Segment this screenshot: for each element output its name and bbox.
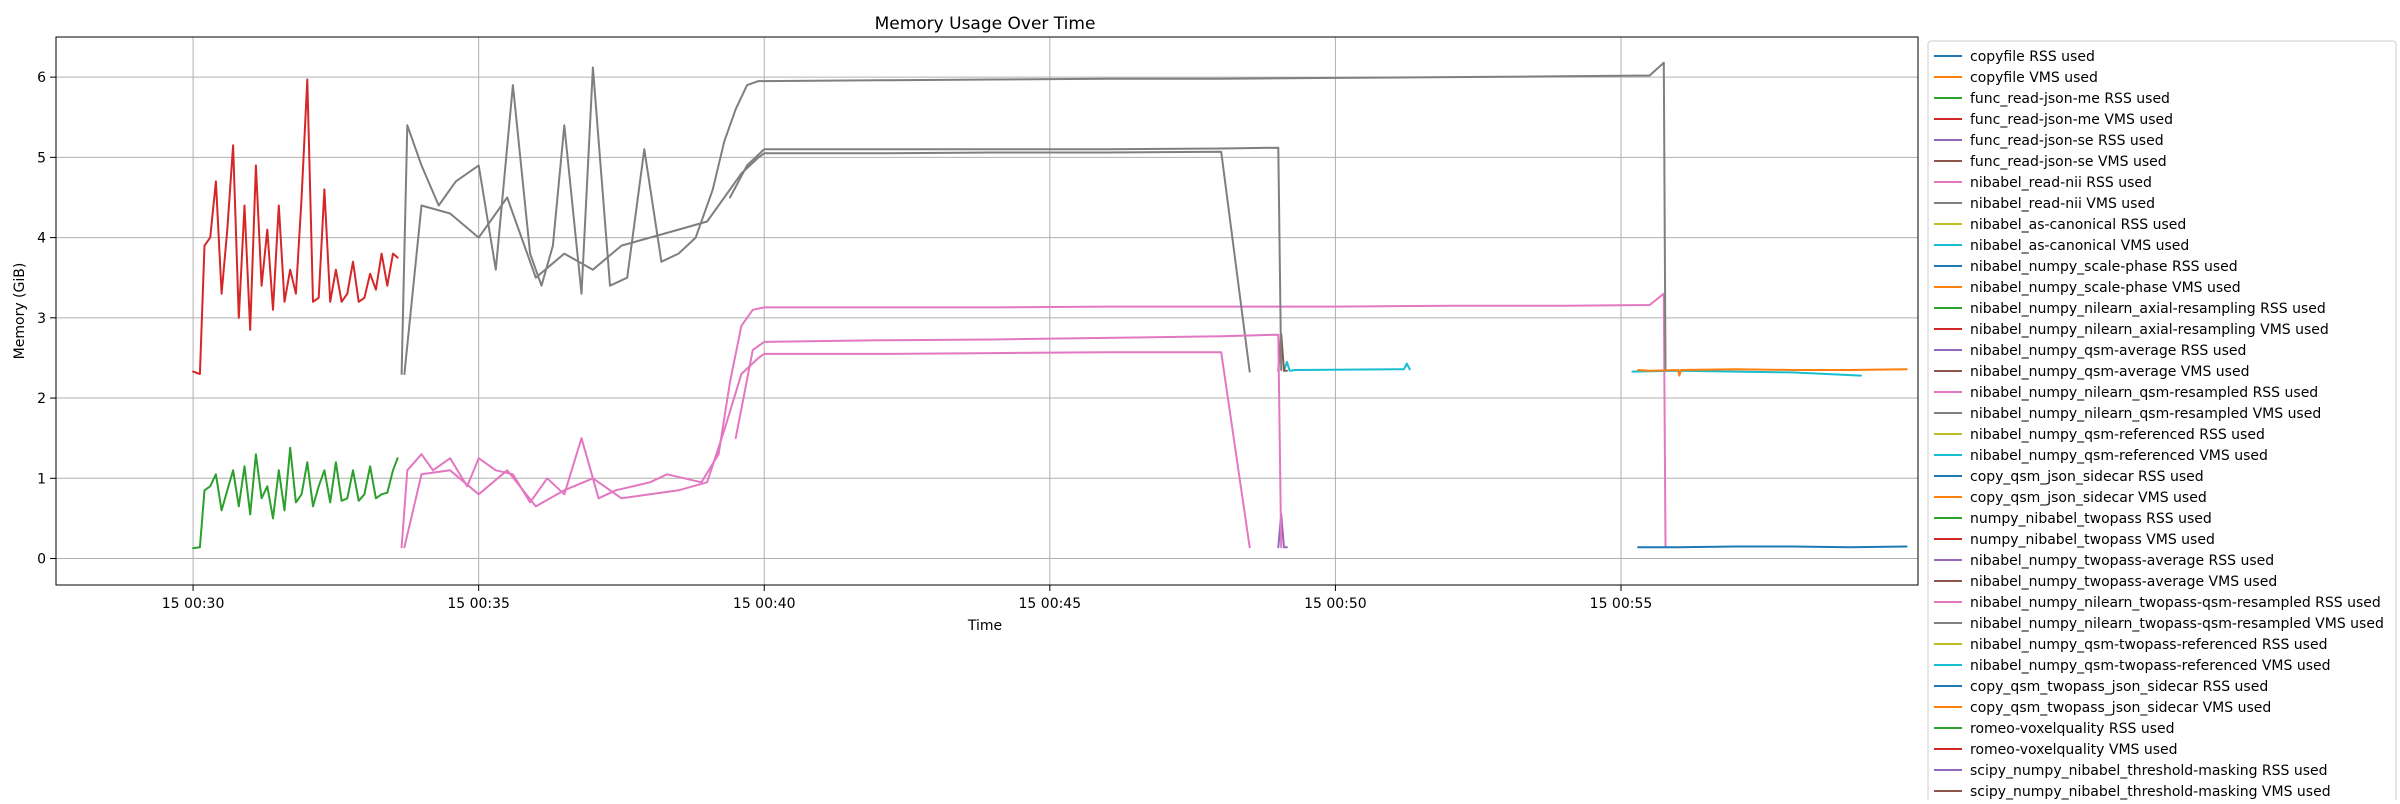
chart-title: Memory Usage Over Time <box>875 14 1096 34</box>
series-line-7 <box>400 61 1667 375</box>
series-line-16 <box>403 351 1251 549</box>
x-tick-label: 15 00:55 <box>1590 596 1653 612</box>
chart-figure: Memory Usage Over Time 15 00:30 15 00:35 1… <box>0 0 2400 804</box>
y-tick-label: 0 <box>37 552 46 568</box>
legend-label: copy_qsm_json_sidecar VMS used <box>1970 490 2207 506</box>
legend-label: nibabel_numpy_scale-phase RSS used <box>1970 259 2238 275</box>
series-line-26 <box>734 333 1283 549</box>
x-tick-label: 15 00:45 <box>1019 596 1082 612</box>
legend-label: nibabel_numpy_scale-phase VMS used <box>1970 280 2241 296</box>
y-tick-label: 6 <box>37 70 46 86</box>
legend-label: nibabel_numpy_nilearn_qsm-resampled RSS … <box>1970 385 2318 401</box>
series-line-3 <box>192 78 399 375</box>
legend-label: scipy_numpy_nibabel_threshold-masking VM… <box>1970 784 2331 800</box>
legend-label: nibabel_read-nii VMS used <box>1970 196 2155 212</box>
series-line-30 <box>1637 545 1908 549</box>
series-line-24 <box>1277 513 1288 549</box>
y-axis-label: Memory (GiB) <box>12 263 28 360</box>
x-tick-label: 15 00:40 <box>733 596 796 612</box>
legend-label: nibabel_numpy_qsm-twopass-referenced RSS… <box>1970 637 2327 653</box>
x-axis-label: Time <box>967 618 1002 634</box>
x-tick-label: 15 00:50 <box>1304 596 1367 612</box>
legend-label: func_read-json-se RSS used <box>1970 133 2164 149</box>
legend-label: func_read-json-me RSS used <box>1970 91 2170 107</box>
legend-label: scipy_numpy_nibabel_threshold-masking RS… <box>1970 763 2328 779</box>
y-tick-label: 1 <box>37 471 46 487</box>
y-tick-label: 4 <box>37 231 46 247</box>
legend-label: nibabel_as-canonical RSS used <box>1970 217 2186 233</box>
series-line-29 <box>1631 369 1862 377</box>
series-line-2 <box>192 446 399 550</box>
legend-label: nibabel_numpy_qsm-average RSS used <box>1970 343 2246 359</box>
plot-frame <box>55 36 1919 586</box>
legend-label: copy_qsm_twopass_json_sidecar VMS used <box>1970 700 2271 716</box>
legend-label: copy_qsm_twopass_json_sidecar RSS used <box>1970 679 2268 695</box>
x-tick-label: 15 00:30 <box>162 596 225 612</box>
legend-label: nibabel_numpy_qsm-twopass-referenced VMS… <box>1970 658 2331 674</box>
legend-label: nibabel_numpy_qsm-average VMS used <box>1970 364 2249 380</box>
legend-label: nibabel_numpy_nilearn_axial-resampling R… <box>1970 301 2326 317</box>
y-tick-label: 5 <box>37 150 46 166</box>
legend-label: copy_qsm_json_sidecar RSS used <box>1970 469 2204 485</box>
legend-label: nibabel_numpy_nilearn_twopass-qsm-resamp… <box>1970 595 2381 611</box>
y-tick-label: 2 <box>37 391 46 407</box>
legend-label: nibabel_numpy_nilearn_axial-resampling V… <box>1970 322 2329 338</box>
legend-label: nibabel_read-nii RSS used <box>1970 175 2152 191</box>
legend-label: numpy_nibabel_twopass RSS used <box>1970 511 2212 527</box>
legend-label: nibabel_numpy_qsm-referenced RSS used <box>1970 427 2265 443</box>
legend-label: nibabel_as-canonical VMS used <box>1970 238 2189 254</box>
chart-svg: Memory Usage Over Time 15 00:30 15 00:35 1… <box>12 14 2397 804</box>
legend-label: nibabel_numpy_nilearn_twopass-qsm-resamp… <box>1970 616 2384 632</box>
legend-label: nibabel_numpy_qsm-referenced VMS used <box>1970 448 2268 464</box>
legend-label: numpy_nibabel_twopass VMS used <box>1970 532 2215 548</box>
legend-label: nibabel_numpy_twopass-average VMS used <box>1970 574 2277 590</box>
legend-label: nibabel_numpy_nilearn_qsm-resampled VMS … <box>1970 406 2321 422</box>
legend-label: func_read-json-me VMS used <box>1970 112 2173 128</box>
grid-lines <box>56 37 1918 585</box>
series-line-6 <box>400 292 1667 549</box>
series-line-19 <box>1283 360 1411 372</box>
legend-label: copyfile VMS used <box>1970 70 2098 86</box>
legend-label: copyfile RSS used <box>1970 49 2095 65</box>
x-tick-label: 15 00:35 <box>447 596 510 612</box>
legend-label: nibabel_numpy_twopass-average RSS used <box>1970 553 2274 569</box>
legend: copyfile RSS used copyfile VMS used func_r… <box>1927 40 2397 804</box>
legend-label: func_read-json-se VMS used <box>1970 154 2167 170</box>
legend-label: romeo-voxelquality RSS used <box>1970 721 2175 737</box>
y-tick-label: 3 <box>37 311 46 327</box>
legend-label: romeo-voxelquality VMS used <box>1970 742 2178 758</box>
